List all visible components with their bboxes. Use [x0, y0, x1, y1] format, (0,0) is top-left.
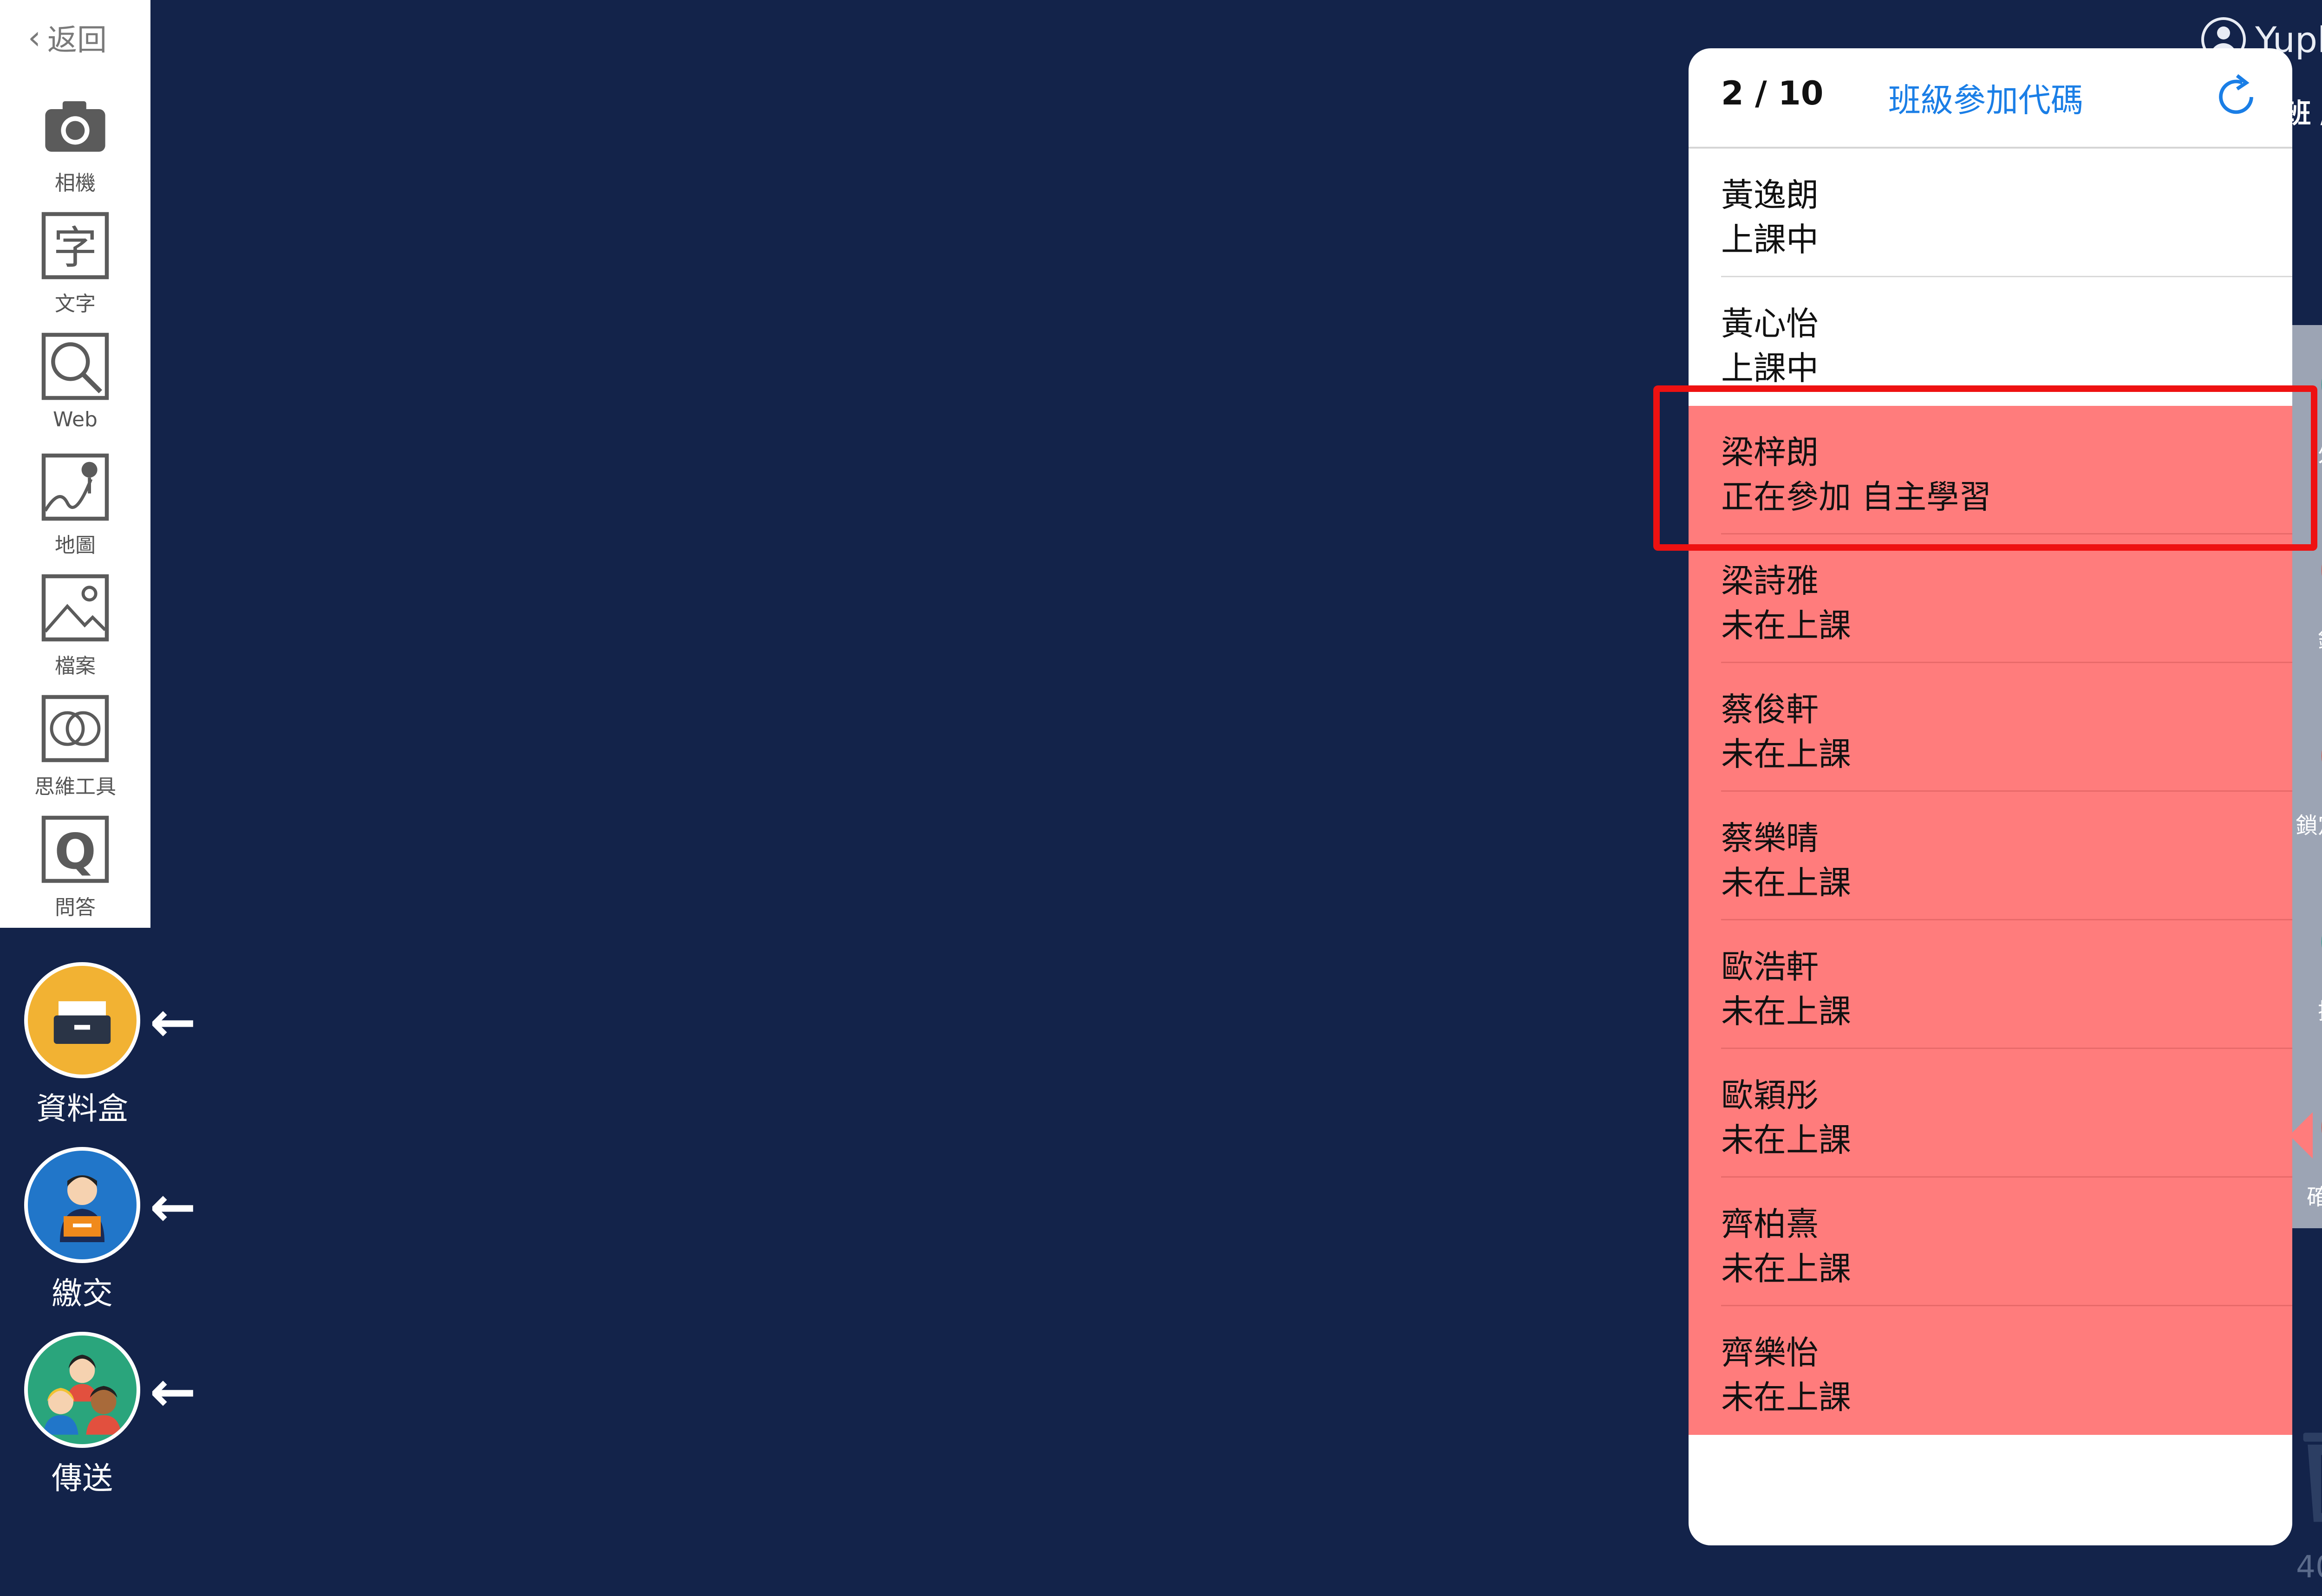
participant-status: 未在上課 [1721, 864, 1851, 902]
participant-status: 未在上課 [1721, 606, 1851, 645]
participant-name: 齊樂怡 [1721, 1334, 1819, 1372]
participant-name: 黃心怡 [1721, 305, 1819, 343]
data-box-button[interactable]: 資料盒 ← [24, 962, 196, 1148]
submit-icon [24, 1147, 140, 1263]
qa-icon: Q [36, 810, 115, 889]
participant-status: 未在上課 [1721, 1121, 1851, 1159]
participant-name: 蔡樂晴 [1721, 819, 1819, 857]
tool-label: 地圖 [55, 534, 96, 557]
tool-thinking[interactable]: 思維工具 [0, 683, 150, 799]
svg-text:字: 字 [53, 222, 97, 274]
refresh-icon[interactable] [2211, 72, 2262, 123]
tool-map[interactable]: 地圖 [0, 441, 150, 557]
lock-shared-notes-button[interactable]: 鎖定共享筆記 [2289, 697, 2322, 873]
participant-status: 未在上課 [1721, 1378, 1851, 1416]
side-button-label: 鎖定傳送 [2318, 621, 2322, 654]
arrow-left-icon: ← [150, 1360, 196, 1424]
submit-button[interactable]: 繳交 ← [24, 1147, 196, 1333]
participant-name: 蔡俊軒 [1721, 691, 1819, 729]
trash-icon[interactable] [2299, 1421, 2322, 1528]
participant-row[interactable]: 齊柏熹 未在上課 [1689, 1178, 2292, 1306]
thinking-tool-icon [36, 689, 115, 768]
participant-row[interactable]: 蔡樂晴 未在上課 [1689, 792, 2292, 920]
popover-header: 2 / 10 班級參加代碼 [1689, 48, 2292, 149]
participants-popover: 2 / 10 班級參加代碼 黃逸朗 上課中 黃心怡 上課中 梁梓朗 正在參加 自… [1689, 48, 2292, 1545]
send-label: 傳送 [52, 1460, 113, 1496]
participant-name: 齊柏熹 [1721, 1205, 1819, 1243]
participant-status: 上課中 [1721, 349, 1819, 387]
back-label: 返回 [47, 23, 107, 58]
send-button[interactable]: 傳送 ← [24, 1332, 196, 1518]
participant-name: 歐穎彤 [1721, 1076, 1819, 1114]
tool-camera[interactable]: 相機 [0, 79, 150, 195]
tool-label: Web [53, 408, 98, 431]
tool-file[interactable]: 檔案 [0, 562, 150, 678]
tool-label: 檔案 [55, 654, 96, 678]
version-label: 40.0.0 [2296, 1549, 2322, 1585]
operation-lock-button[interactable]: 操作鎖定 [2289, 882, 2322, 1059]
tool-qa[interactable]: Q 問答 [0, 803, 150, 919]
arrow-left-icon: ← [150, 990, 196, 1055]
side-button-label: 操作鎖定 [2318, 993, 2322, 1025]
tool-web[interactable]: Web [0, 320, 150, 436]
tool-label: 問答 [55, 896, 96, 919]
participant-status: 未在上課 [1721, 1250, 1851, 1288]
map-icon [36, 448, 115, 527]
side-button-label: 外部畫面 [2318, 436, 2322, 468]
participant-row[interactable]: 歐穎彤 未在上課 [1689, 1049, 2292, 1178]
annotation-highlight-box [1653, 385, 2317, 551]
side-button-label: 鎖定共享筆記 [2295, 813, 2322, 839]
participant-status: 未在上課 [1721, 735, 1851, 773]
web-search-icon [36, 327, 115, 406]
chevron-left-icon: ‹ [28, 19, 41, 57]
svg-text:Q: Q [54, 823, 96, 880]
participant-row[interactable]: 黃逸朗 上課中 [1689, 149, 2292, 277]
tool-label: 思維工具 [34, 775, 116, 799]
participant-row[interactable]: 歐浩軒 未在上課 [1689, 920, 2292, 1049]
participant-status: 未在上課 [1721, 992, 1851, 1030]
data-box-icon [24, 962, 140, 1078]
participant-name: 黃逸朗 [1721, 176, 1819, 214]
send-icon [24, 1332, 140, 1448]
participant-row[interactable]: 蔡俊軒 未在上課 [1689, 663, 2292, 792]
back-button[interactable]: ‹ 返回 [28, 17, 107, 59]
text-icon: 字 [36, 206, 115, 285]
participant-name: 歐浩軒 [1721, 948, 1819, 986]
participant-status: 上課中 [1721, 221, 1819, 259]
participant-name: 梁詩雅 [1721, 562, 1819, 600]
side-button-label: 確認參加者 [2306, 1184, 2322, 1210]
submit-label: 繳交 [52, 1276, 113, 1311]
tool-text[interactable]: 字 文字 [0, 200, 150, 316]
participant-row[interactable]: 齊樂怡 未在上課 [1689, 1306, 2292, 1435]
left-toolbar: ‹ 返回 相機 字 文字 Web 地圖 檔案 思維工具 Q 問答 [0, 0, 150, 928]
popover-pointer [2289, 1112, 2313, 1159]
participant-count: 2 / 10 [1721, 74, 1824, 112]
arrow-left-icon: ← [150, 1175, 196, 1239]
camera-icon [36, 85, 115, 164]
image-file-icon [36, 568, 115, 647]
tool-label: 相機 [55, 171, 96, 195]
class-code-button[interactable]: 班級參加代碼 [1888, 74, 2083, 121]
data-box-label: 資料盒 [36, 1091, 128, 1127]
tool-label: 文字 [55, 292, 96, 316]
participant-row[interactable]: 梁詩雅 未在上課 [1689, 534, 2292, 663]
